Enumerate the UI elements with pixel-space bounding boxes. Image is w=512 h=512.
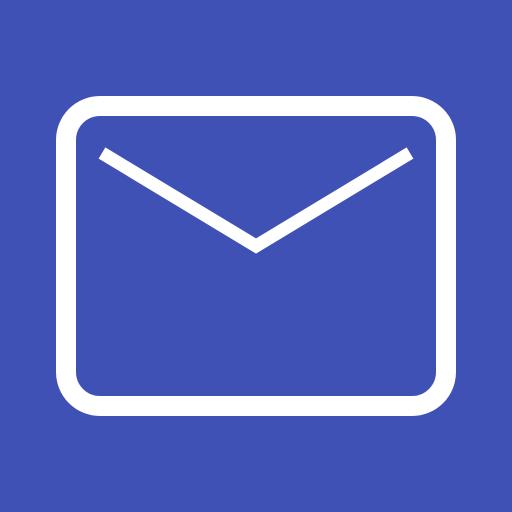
mail-app-icon[interactable]	[0, 0, 512, 512]
background-tile	[0, 0, 512, 512]
mail-icon	[0, 0, 512, 512]
